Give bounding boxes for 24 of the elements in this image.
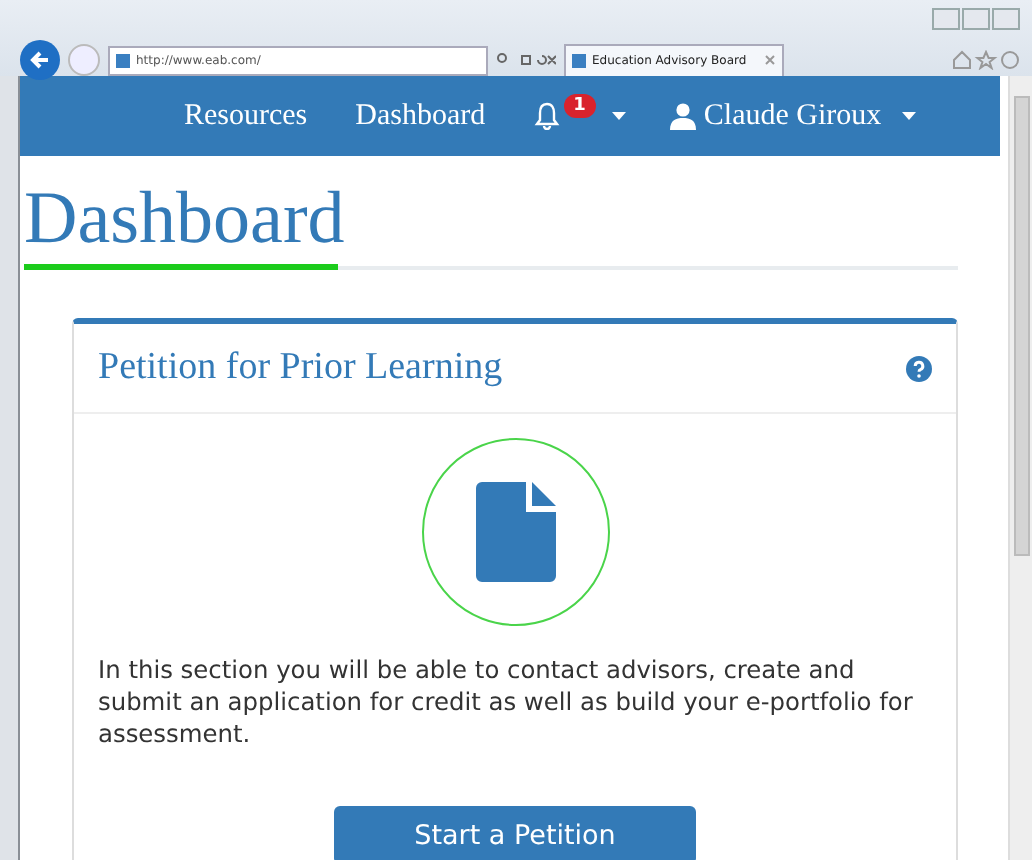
browser-icons[interactable] xyxy=(952,50,1020,70)
caret-icon xyxy=(901,112,916,120)
notification-badge: 1 xyxy=(563,94,596,118)
site-icon xyxy=(572,54,586,68)
window-controls[interactable] xyxy=(932,8,1020,30)
description-text: In this section you will be able to contact advisors, create and submit an application for credit as well as build your e-portfolio for assessment. xyxy=(98,654,915,750)
forward-button[interactable] xyxy=(68,44,100,76)
page-title: Dashboard xyxy=(24,180,347,260)
scrollbar[interactable] xyxy=(1008,76,1032,860)
card-title: Petition for Prior Learning xyxy=(98,346,503,390)
close-icon[interactable] xyxy=(764,53,776,65)
arrow-icon xyxy=(28,48,52,72)
bell-icon[interactable] xyxy=(533,102,560,130)
site-icon xyxy=(116,53,130,67)
help-icon[interactable] xyxy=(906,355,932,381)
back-button[interactable] xyxy=(20,40,60,80)
nav-link[interactable]: Dashboard xyxy=(331,99,510,133)
toolbar-icons[interactable] xyxy=(496,52,556,68)
caret-icon xyxy=(611,112,626,120)
document-icon xyxy=(475,482,555,582)
start-petition-button[interactable]: Start a Petition xyxy=(334,806,696,860)
user-icon xyxy=(669,102,696,130)
nav-link[interactable]: Resources xyxy=(160,99,332,133)
user-menu[interactable]: Claude Giroux xyxy=(703,99,882,133)
